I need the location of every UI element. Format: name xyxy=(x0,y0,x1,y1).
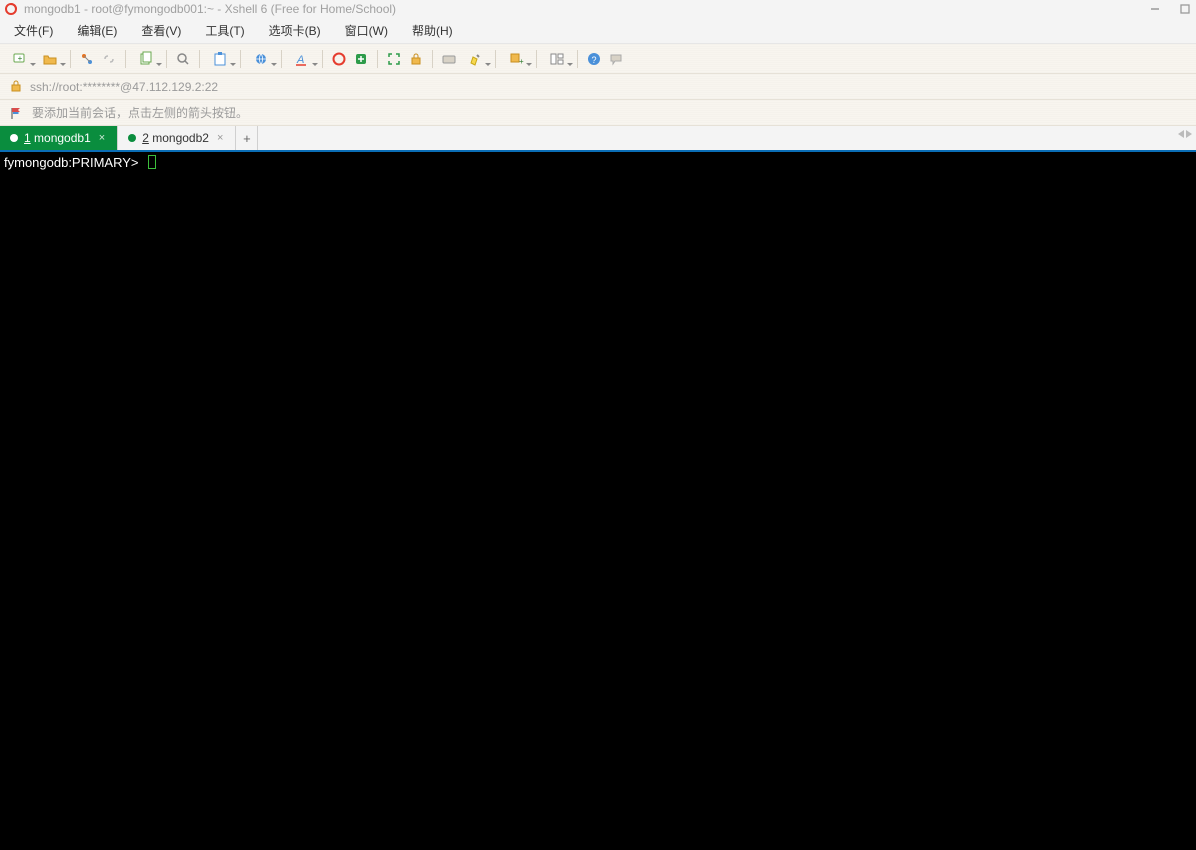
menu-bar: 文件(F) 编辑(E) 查看(V) 工具(T) 选项卡(B) 窗口(W) 帮助(… xyxy=(0,18,1196,44)
toolbar-separator xyxy=(377,50,378,68)
tab-nav xyxy=(1178,130,1192,138)
help-button[interactable]: ? xyxy=(584,49,604,69)
copy-button[interactable] xyxy=(132,49,160,69)
menu-file[interactable]: 文件(F) xyxy=(10,20,57,41)
toolbar-separator xyxy=(536,50,537,68)
app-icon xyxy=(4,2,18,16)
hint-bar: 要添加当前会话，点击左侧的箭头按钮。 xyxy=(0,100,1196,126)
window-title: mongodb1 - root@fymongodb001:~ - Xshell … xyxy=(24,2,1148,16)
tab-next-button[interactable] xyxy=(1186,130,1192,138)
encoding-button[interactable] xyxy=(247,49,275,69)
svg-text:+: + xyxy=(18,54,23,63)
tab-close-button[interactable]: × xyxy=(97,132,107,144)
toolbar-separator xyxy=(432,50,433,68)
status-dot-icon xyxy=(128,134,136,142)
tab-label: 1 mongodb1 xyxy=(24,131,91,145)
status-dot-icon xyxy=(10,134,18,142)
window-controls xyxy=(1148,2,1194,16)
menu-window[interactable]: 窗口(W) xyxy=(341,20,392,41)
svg-text:A: A xyxy=(296,54,304,66)
tab-prev-button[interactable] xyxy=(1178,130,1184,138)
menu-view[interactable]: 查看(V) xyxy=(137,20,185,41)
tab-label: 2 mongodb2 xyxy=(142,131,209,145)
xshell-button[interactable] xyxy=(329,49,349,69)
tab-close-button[interactable]: × xyxy=(215,132,225,144)
tab-mongodb1[interactable]: 1 mongodb1 × xyxy=(0,126,118,150)
tab-strip: 1 mongodb1 × 2 mongodb2 × + xyxy=(0,126,1196,152)
fullscreen-button[interactable] xyxy=(384,49,404,69)
menu-edit[interactable]: 编辑(E) xyxy=(73,20,121,41)
hint-text: 要添加当前会话，点击左侧的箭头按钮。 xyxy=(32,104,248,121)
menu-tab[interactable]: 选项卡(B) xyxy=(265,20,325,41)
tab-add-button[interactable]: + xyxy=(236,126,258,150)
reconnect-button[interactable] xyxy=(77,49,97,69)
font-button[interactable]: A xyxy=(288,49,316,69)
toolbar-separator xyxy=(70,50,71,68)
keyboard-button[interactable] xyxy=(439,49,459,69)
new-session-button[interactable]: + xyxy=(6,49,34,69)
toolbar-separator xyxy=(125,50,126,68)
svg-text:+: + xyxy=(519,57,524,66)
toolbar-separator xyxy=(322,50,323,68)
toolbar-separator xyxy=(240,50,241,68)
tab-mongodb2[interactable]: 2 mongodb2 × xyxy=(118,126,236,150)
disconnect-button[interactable] xyxy=(99,49,119,69)
minimize-button[interactable] xyxy=(1148,2,1162,16)
menu-help[interactable]: 帮助(H) xyxy=(408,20,457,41)
terminal-cursor xyxy=(148,155,156,169)
highlight-button[interactable] xyxy=(461,49,489,69)
open-folder-button[interactable] xyxy=(36,49,64,69)
toolbar: + A + ? xyxy=(0,44,1196,74)
search-button[interactable] xyxy=(173,49,193,69)
address-text[interactable]: ssh://root:********@47.112.129.2:22 xyxy=(30,80,218,94)
toolbar-separator xyxy=(281,50,282,68)
toolbar-separator xyxy=(199,50,200,68)
toolbar-separator xyxy=(495,50,496,68)
svg-text:?: ? xyxy=(591,55,596,65)
toolbar-separator xyxy=(166,50,167,68)
terminal[interactable]: fymongodb:PRIMARY> xyxy=(0,152,1196,850)
lock-button[interactable] xyxy=(406,49,426,69)
address-bar: ssh://root:********@47.112.129.2:22 xyxy=(0,74,1196,100)
flag-icon[interactable] xyxy=(10,106,24,120)
lock-icon xyxy=(10,80,24,94)
maximize-button[interactable] xyxy=(1178,2,1192,16)
paste-button[interactable] xyxy=(206,49,234,69)
new-window-button[interactable]: + xyxy=(502,49,530,69)
terminal-prompt: fymongodb:PRIMARY> xyxy=(4,155,139,170)
chat-button[interactable] xyxy=(606,49,626,69)
xftp-button[interactable] xyxy=(351,49,371,69)
layout-button[interactable] xyxy=(543,49,571,69)
toolbar-separator xyxy=(577,50,578,68)
title-bar: mongodb1 - root@fymongodb001:~ - Xshell … xyxy=(0,0,1196,18)
menu-tool[interactable]: 工具(T) xyxy=(201,20,248,41)
